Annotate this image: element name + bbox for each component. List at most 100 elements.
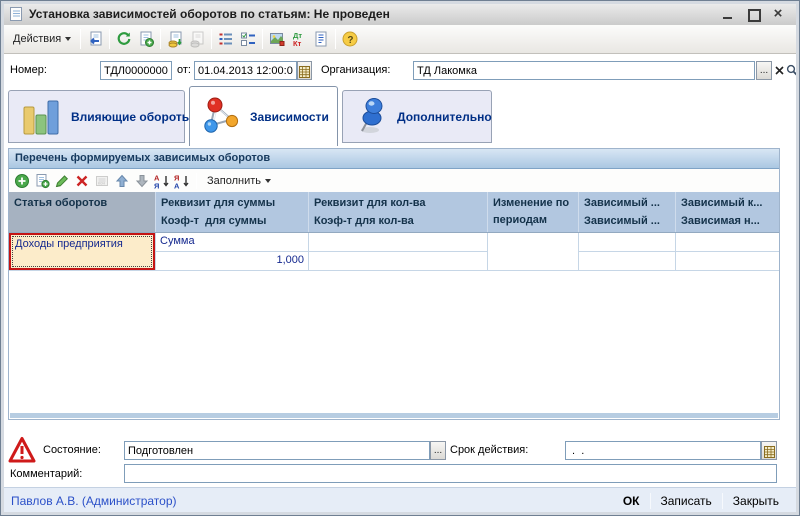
column-header-dependent-2[interactable]: Зависимый к... Зависимая н... (676, 192, 779, 232)
help-icon[interactable]: ? (339, 28, 361, 50)
sort-descending-icon[interactable]: ЯА (172, 171, 192, 191)
unpost-document-icon (186, 28, 208, 50)
tab-additional[interactable]: Дополнительно (342, 90, 492, 143)
toolbar-separator (211, 29, 212, 49)
cell-sum-attribute[interactable]: Сумма (156, 233, 308, 252)
column-header-period-change[interactable]: Изменение по периодам (488, 192, 579, 232)
cell-sum-coefficient[interactable]: 1,000 (156, 252, 308, 271)
title-bar[interactable]: Установка зависимостей оборотов по стать… (3, 3, 797, 25)
bar-chart-icon (21, 97, 63, 137)
maximize-icon[interactable] (746, 7, 760, 21)
cell-quantity-attribute[interactable] (309, 233, 487, 252)
move-down-arrow-icon[interactable] (132, 171, 152, 191)
user-info: Павлов А.В. (Администратор) (11, 494, 177, 508)
list-settings-icon[interactable] (237, 28, 259, 50)
tab-label: Дополнительно (397, 110, 492, 124)
post-document-icon[interactable] (164, 28, 186, 50)
movements-report-icon[interactable] (310, 28, 332, 50)
organization-select-button[interactable]: ... (756, 61, 772, 80)
column-header-label: Реквизит для кол-ва (314, 195, 482, 211)
window-title: Установка зависимостей оборотов по стать… (29, 7, 390, 21)
column-header-label: Статья оборотов (14, 195, 150, 211)
organization-clear-icon[interactable] (772, 61, 786, 80)
cell-dependent-2[interactable] (676, 233, 779, 270)
cell-dependent-top[interactable] (676, 233, 779, 252)
status-input[interactable] (124, 441, 430, 460)
subordination-structure-icon[interactable] (266, 28, 288, 50)
column-header-label: Изменение по периодам (493, 195, 573, 229)
cell-dependent-top[interactable] (579, 233, 675, 252)
cell-sum[interactable]: Сумма 1,000 (156, 233, 309, 270)
tab-label: Влияющие обороты (71, 110, 192, 124)
table-header-row: Статья оборотов Реквизит для суммы Коэф-… (9, 192, 779, 233)
toolbar-separator (80, 29, 81, 49)
footer-bar: Павлов А.В. (Администратор) ОК Записать … (3, 487, 797, 513)
toolbar-separator (160, 29, 161, 49)
molecule-icon (202, 96, 242, 138)
dependent-turnovers-grid: Перечень формируемых зависимых оборотов … (8, 148, 780, 420)
minimize-icon[interactable] (721, 7, 735, 21)
sort-ascending-icon[interactable]: АЯ (152, 171, 172, 191)
cell-dependent-1[interactable] (579, 233, 676, 270)
date-calendar-button[interactable] (297, 61, 312, 80)
document-window: Установка зависимостей оборотов по стать… (0, 0, 800, 516)
column-header-label: Зависимый ... (584, 195, 670, 211)
number-label: Номер: (10, 64, 47, 76)
column-header-label: Зависимая н... (681, 213, 774, 229)
status-select-button[interactable]: ... (430, 441, 446, 460)
svg-text:?: ? (348, 35, 354, 46)
close-form-button[interactable]: Закрыть (723, 494, 789, 508)
organization-find-icon[interactable] (785, 61, 799, 80)
document-icon (9, 6, 23, 22)
cell-quantity-coefficient[interactable] (309, 252, 487, 271)
cell-article[interactable]: Доходы предприятия (9, 233, 156, 270)
add-row-icon[interactable] (12, 171, 32, 191)
organization-input[interactable] (413, 61, 755, 80)
ok-button[interactable]: ОК (613, 494, 650, 508)
comment-label: Комментарий: (10, 468, 82, 480)
dt-kt-icon[interactable]: ДтКт (288, 28, 310, 50)
tab-influencing-turnovers[interactable]: Влияющие обороты (8, 90, 185, 143)
number-input[interactable] (100, 61, 172, 80)
cell-period-change[interactable] (488, 233, 579, 270)
cell-dependent-bottom[interactable] (676, 252, 779, 271)
grid-caption: Перечень формируемых зависимых оборотов (9, 149, 779, 169)
edit-row-pencil-icon[interactable] (52, 171, 72, 191)
fill-button-label: Заполнить (207, 175, 261, 187)
column-header-label: Коэф-т для суммы (161, 213, 303, 229)
cell-article-value: Доходы предприятия (11, 235, 153, 253)
close-icon[interactable]: × (771, 7, 785, 21)
refresh-icon[interactable] (113, 28, 135, 50)
move-up-arrow-icon[interactable] (112, 171, 132, 191)
column-header-label: Коэф-т для кол-ва (314, 213, 482, 229)
svg-text:Я: Я (154, 181, 159, 189)
delete-row-icon[interactable] (72, 171, 92, 191)
column-header-dependent-1[interactable]: Зависимый ... Зависимый ... (579, 192, 676, 232)
validity-input[interactable] (565, 441, 761, 460)
column-header-label: Зависимый ... (584, 213, 670, 229)
fill-button[interactable]: Заполнить (201, 172, 277, 190)
document-movements-icon[interactable] (215, 28, 237, 50)
grid-horizontal-scrollbar[interactable] (10, 413, 778, 418)
svg-text:кон: кон (98, 180, 106, 185)
column-header-sum[interactable]: Реквизит для суммы Коэф-т для суммы (156, 192, 309, 232)
column-header-article[interactable]: Статья оборотов (9, 192, 156, 232)
column-header-quantity[interactable]: Реквизит для кол-ва Коэф-т для кол-ва (309, 192, 488, 232)
tab-dependencies[interactable]: Зависимости (189, 86, 338, 146)
cell-dependent-bottom[interactable] (579, 252, 675, 271)
chevron-down-icon (265, 179, 271, 183)
copy-row-icon[interactable] (32, 171, 52, 191)
actions-menu-label: Действия (13, 33, 61, 45)
actions-menu-button[interactable]: Действия (7, 30, 77, 48)
toolbar-separator (262, 29, 263, 49)
cell-quantity[interactable] (309, 233, 488, 270)
organization-label: Организация: (321, 64, 390, 76)
reread-document-icon[interactable] (84, 28, 106, 50)
validity-calendar-button[interactable] (761, 441, 777, 460)
comment-input[interactable] (124, 464, 777, 483)
selected-cell[interactable]: Доходы предприятия (9, 233, 155, 270)
copy-document-icon[interactable] (135, 28, 157, 50)
date-input[interactable] (194, 61, 297, 80)
main-toolbar: Действия ДтКт (3, 25, 797, 54)
write-button[interactable]: Записать (651, 494, 722, 508)
